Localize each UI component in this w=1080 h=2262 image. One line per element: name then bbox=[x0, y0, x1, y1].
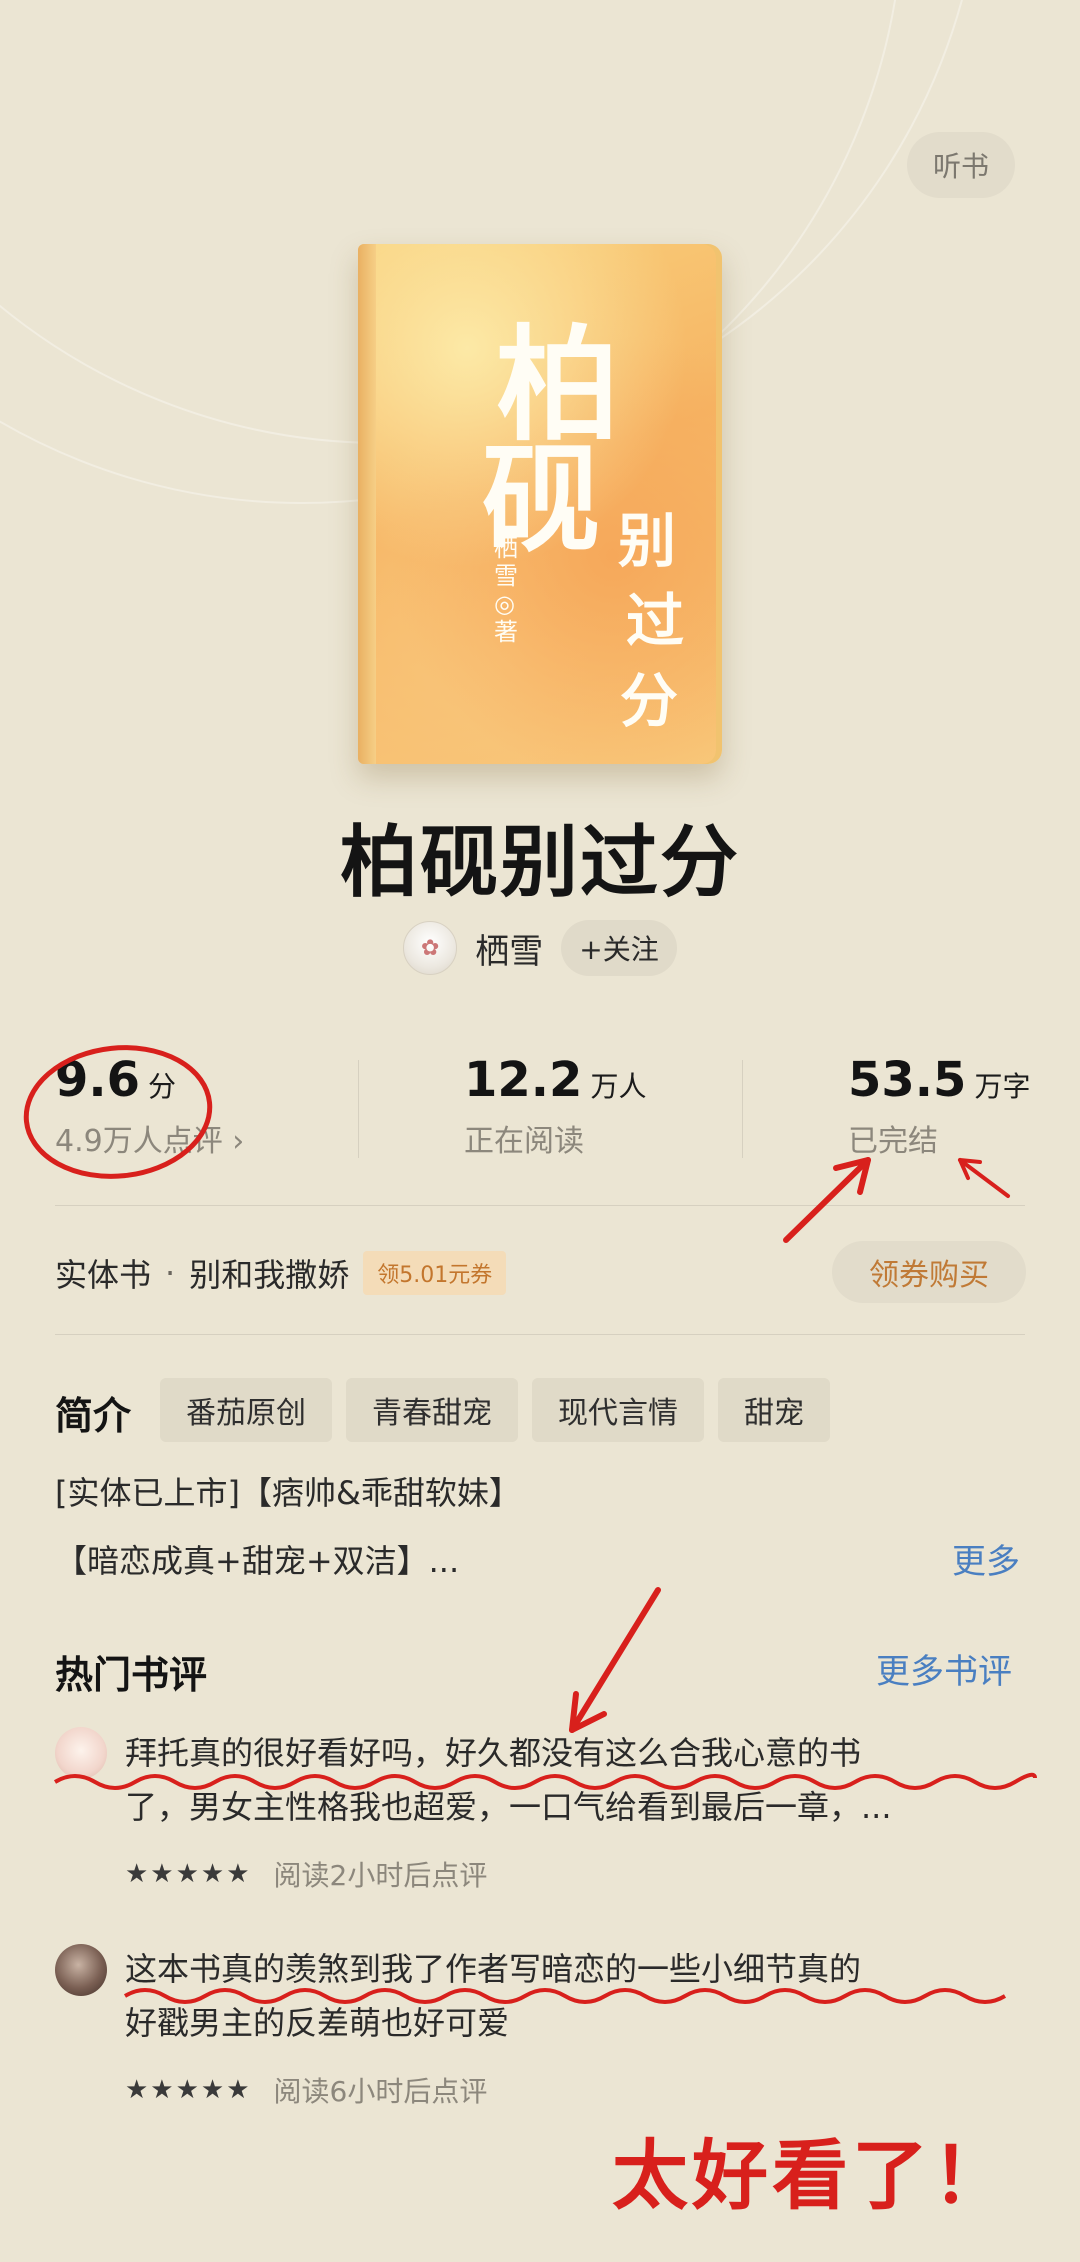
intro-line: 【暗恋成真+甜宠+双洁】... bbox=[55, 1542, 460, 1580]
reviewer-avatar[interactable] bbox=[55, 1727, 107, 1779]
review-meta: 阅读6小时后点评 bbox=[273, 2075, 488, 2108]
separator-dot: · bbox=[165, 1254, 176, 1292]
coupon-badge: 领5.01元券 bbox=[363, 1251, 507, 1295]
reviewer-avatar[interactable] bbox=[55, 1944, 107, 1996]
stat-divider bbox=[742, 1060, 743, 1158]
book-cover[interactable]: 柏 砚 别 过 分 栖雪◎著 bbox=[358, 244, 722, 764]
tag[interactable]: 青春甜宠 bbox=[346, 1378, 518, 1442]
divider bbox=[55, 1205, 1025, 1206]
review-text[interactable]: 这本书真的羡煞到我了作者写暗恋的一些小细节真的 好戳男主的反差萌也好可爱 bbox=[125, 1942, 861, 2050]
arrowhead-annotation bbox=[833, 1157, 871, 1195]
follow-button[interactable]: +关注 bbox=[561, 920, 677, 976]
rating-stat[interactable]: 9.6 分 4.9万人点评 › bbox=[55, 1052, 244, 1160]
rating-unit: 分 bbox=[148, 1070, 177, 1103]
review-line: 了，男女主性格我也超爱，一口气给看到最后一章，... bbox=[125, 1788, 892, 1826]
cover-author: 栖雪◎著 bbox=[494, 534, 518, 646]
cover-sub-char: 过 bbox=[626, 587, 685, 655]
intro-title: 简介 bbox=[55, 1394, 132, 1438]
arrowhead-annotation bbox=[569, 1691, 607, 1733]
tag[interactable]: 番茄原创 bbox=[160, 1378, 332, 1442]
rating-count: 4.9万人点评 › bbox=[55, 1124, 245, 1159]
author-row: ✿ 栖雪 +关注 bbox=[0, 918, 1080, 978]
review-text[interactable]: 拜托真的很好看好吗，好久都没有这么合我心意的书 了，男女主性格我也超爱，一口气给… bbox=[125, 1726, 892, 1834]
star-rating: ★★★★★ bbox=[125, 2075, 252, 2105]
readers-stat: 12.2 万人 正在阅读 bbox=[464, 1052, 646, 1160]
divider bbox=[55, 1334, 1025, 1335]
stat-divider bbox=[358, 1060, 359, 1158]
print-book-name: 别和我撒娇 bbox=[189, 1256, 350, 1294]
listen-label: 听书 bbox=[932, 150, 989, 183]
arrowhead-annotation bbox=[958, 1158, 982, 1180]
print-book-row[interactable]: 实体书 · 别和我撒娇 领5.01元券 bbox=[55, 1250, 507, 1296]
readers-label: 正在阅读 bbox=[464, 1124, 584, 1159]
tag[interactable]: 现代言情 bbox=[532, 1378, 704, 1442]
book-title: 柏砚别过分 bbox=[339, 818, 740, 908]
star-rating: ★★★★★ bbox=[125, 1859, 252, 1889]
arrow-annotation bbox=[958, 1158, 1010, 1198]
reviews-title: 热门书评 bbox=[55, 1653, 208, 1697]
readers-unit: 万人 bbox=[590, 1070, 647, 1103]
author-avatar[interactable]: ✿ bbox=[403, 921, 458, 975]
tag[interactable]: 甜宠 bbox=[718, 1378, 830, 1442]
words-unit: 万字 bbox=[974, 1070, 1031, 1103]
review-footer: ★★★★★ 阅读2小时后点评 bbox=[125, 1854, 487, 1894]
review-meta: 阅读2小时后点评 bbox=[273, 1859, 488, 1892]
cover-sub-char: 分 bbox=[620, 667, 679, 735]
more-reviews-link[interactable]: 更多书评 bbox=[876, 1644, 1012, 1693]
arrow-annotation bbox=[569, 1587, 661, 1733]
review-line: 这本书真的羡煞到我了作者写暗恋的一些小细节真的 bbox=[125, 1950, 862, 1988]
readers-value: 12.2 bbox=[464, 1052, 583, 1108]
status-label: 已完结 bbox=[848, 1124, 938, 1159]
listen-button[interactable]: 听书 bbox=[907, 132, 1015, 198]
cover-sub-char: 别 bbox=[618, 507, 677, 575]
book-spine bbox=[358, 244, 376, 764]
intro-more-link[interactable]: 更多 bbox=[952, 1534, 1020, 1583]
words-stat: 53.5 万字 已完结 bbox=[848, 1052, 1030, 1160]
rating-value: 9.6 bbox=[55, 1052, 141, 1108]
author-name[interactable]: 栖雪 bbox=[475, 924, 543, 973]
handwritten-note: 太好看了！ bbox=[612, 2131, 1012, 2220]
review-line: 好戳男主的反差萌也好可爱 bbox=[125, 2004, 510, 2042]
words-value: 53.5 bbox=[848, 1052, 967, 1108]
print-book-label: 实体书 bbox=[55, 1256, 152, 1294]
tag-list: 番茄原创 青春甜宠 现代言情 甜宠 bbox=[160, 1378, 830, 1442]
buy-button[interactable]: 领券购买 bbox=[832, 1241, 1026, 1303]
arrow-annotation bbox=[783, 1157, 871, 1243]
review-footer: ★★★★★ 阅读6小时后点评 bbox=[125, 2070, 487, 2110]
intro-line: [实体已上市]【痞帅&乖甜软妹】 bbox=[55, 1474, 521, 1512]
review-line: 拜托真的很好看好吗，好久都没有这么合我心意的书 bbox=[125, 1734, 862, 1772]
